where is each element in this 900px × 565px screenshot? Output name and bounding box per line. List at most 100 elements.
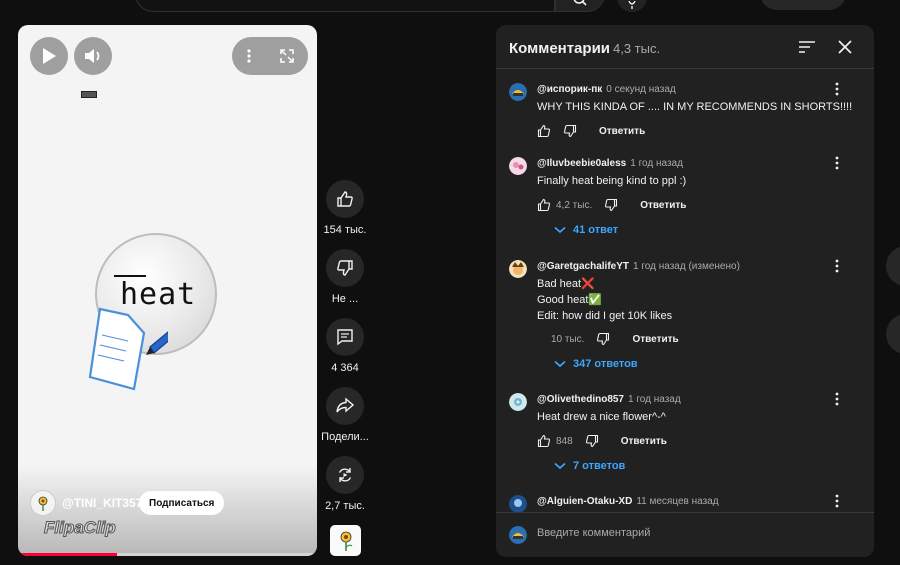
comment-time[interactable]: 11 месяцев назад [636, 496, 718, 507]
thumbs-up-icon [337, 191, 353, 207]
next-short-button[interactable] [886, 314, 900, 354]
like-action: 154 тыс. [319, 180, 371, 236]
comment-author-name[interactable]: @GaretgachalifeYT [537, 261, 629, 272]
dislike-action: Не ... [319, 249, 371, 305]
sound-thumbnail[interactable] [330, 525, 361, 556]
comment-avatar[interactable] [509, 393, 527, 411]
thumbs-up-icon[interactable] [537, 434, 551, 448]
view-replies-button[interactable]: 7 ответов [554, 460, 625, 472]
comment-author[interactable]: @испорик-пк 0 секунд назад [537, 84, 676, 95]
sort-icon[interactable] [798, 39, 816, 55]
comment-like-count: 848 [556, 435, 573, 447]
play-button[interactable] [30, 37, 68, 75]
volume-button[interactable] [74, 37, 112, 75]
comment-text-line: Finally heat being kind to ppl :) [537, 175, 687, 187]
reply-button[interactable]: Ответить [632, 334, 678, 345]
avatar-icon [509, 393, 527, 411]
comment-author[interactable]: @Alguien-Otaku-XD 11 месяцев назад [537, 496, 719, 507]
comment-avatar[interactable] [509, 83, 527, 101]
avatar-icon [509, 83, 527, 101]
comment-time[interactable]: 1 год назад [630, 158, 683, 169]
comments-title: Комментарии [509, 40, 611, 57]
comment-text-line: WHY THIS KINDA OF .... IN MY RECOMMENDS … [537, 101, 853, 113]
comments-total: 4,3 тыс. [613, 41, 661, 56]
comment-author[interactable]: @Olivethedino857 1 год назад [537, 394, 681, 405]
comments-button[interactable] [326, 318, 364, 356]
close-icon[interactable] [837, 39, 853, 55]
more-vertical-icon[interactable] [832, 156, 842, 170]
previous-short-button[interactable] [886, 246, 900, 286]
create-button[interactable] [760, 0, 846, 10]
remix-button[interactable] [326, 456, 364, 494]
comment-time[interactable]: 1 год назад (изменено) [633, 261, 740, 272]
dislike-button[interactable] [326, 249, 364, 287]
thumbs-down-icon[interactable] [585, 434, 599, 448]
search-input[interactable] [135, 0, 555, 12]
comment-avatar[interactable] [509, 157, 527, 175]
avatar-icon [509, 260, 527, 278]
channel-name[interactable]: @TINI_KIT357 [62, 496, 142, 510]
replies-count: 347 ответов [573, 358, 638, 370]
fullscreen-icon[interactable] [279, 48, 295, 64]
shorts-video-player[interactable]: heat @TINI_KIT357 Подписаться FlipaClip [18, 25, 317, 556]
thumbs-up-icon[interactable] [537, 124, 551, 138]
comment-actions: 4,2 тыс. Ответить [537, 197, 686, 213]
avatar-icon [509, 526, 527, 544]
player-controls-group [232, 37, 308, 75]
user-avatar [509, 526, 527, 544]
chevron-down-icon [554, 462, 566, 470]
comment-actions: Ответить [537, 123, 645, 139]
more-vertical-icon[interactable] [832, 259, 842, 273]
settings-icon[interactable] [857, 0, 877, 6]
share-label: Подели... [321, 431, 369, 443]
like-button[interactable] [326, 180, 364, 218]
more-vertical-icon[interactable] [832, 392, 842, 406]
comment-like-count: 4,2 тыс. [556, 199, 593, 211]
share-action: Подели... [319, 387, 371, 443]
comment-avatar[interactable] [509, 260, 527, 278]
channel-avatar[interactable] [30, 490, 56, 516]
thumbs-down-icon [337, 260, 353, 276]
thumbs-down-icon[interactable] [604, 198, 618, 212]
flipaclip-watermark: FlipaClip [44, 518, 117, 538]
comment-time[interactable]: 1 год назад [628, 394, 681, 405]
reply-button[interactable]: Ответить [599, 126, 645, 137]
comment-author-name[interactable]: @испорик-пк [537, 84, 602, 95]
reply-button[interactable]: Ответить [640, 200, 686, 211]
more-vertical-icon[interactable] [246, 48, 252, 64]
comment-avatar[interactable] [509, 495, 527, 513]
avatar-icon [509, 157, 527, 175]
reply-button[interactable]: Ответить [621, 436, 667, 447]
comment-author-name[interactable]: @Alguien-Otaku-XD [537, 496, 632, 507]
comment-like-count: 10 тыс. [551, 333, 585, 345]
flower-thumbnail-icon [340, 531, 352, 551]
remix-count: 2,7 тыс. [325, 500, 365, 512]
more-vertical-icon[interactable] [832, 82, 842, 96]
thumbs-up-icon[interactable] [537, 198, 551, 212]
video-progress-bar[interactable] [18, 553, 317, 556]
subscribe-button[interactable]: Подписаться [139, 491, 225, 515]
volume-icon [85, 49, 100, 63]
replies-count: 41 ответ [573, 224, 619, 236]
share-button[interactable] [326, 387, 364, 425]
thumbs-down-icon[interactable] [563, 124, 577, 138]
comment-author[interactable]: @GaretgachalifeYT 1 год назад (изменено) [537, 261, 740, 272]
comment-author[interactable]: @Iluvbeebie0aless 1 год назад [537, 158, 683, 169]
play-icon [43, 48, 56, 64]
comment-author-name[interactable]: @Olivethedino857 [537, 394, 624, 405]
chevron-down-icon [554, 360, 566, 368]
more-vertical-icon[interactable] [832, 494, 842, 508]
comment-actions: 10 тыс. Ответить [537, 331, 679, 347]
comment-text-line: Bad heat❌ [537, 278, 595, 290]
comment-text-line: Edit: how did I get 10K likes [537, 310, 673, 322]
paper-pencil-drawing [88, 307, 168, 391]
search-button[interactable] [555, 0, 605, 12]
thumbs-down-icon[interactable] [596, 332, 610, 346]
view-replies-button[interactable]: 41 ответ [554, 224, 618, 236]
comment-input[interactable]: Введите комментарий [537, 527, 650, 539]
voice-search-button[interactable] [617, 0, 647, 12]
comment-time[interactable]: 0 секунд назад [606, 84, 675, 95]
view-replies-button[interactable]: 347 ответов [554, 358, 638, 370]
comment-author-name[interactable]: @Iluvbeebie0aless [537, 158, 626, 169]
video-drawing-mark [81, 91, 97, 98]
